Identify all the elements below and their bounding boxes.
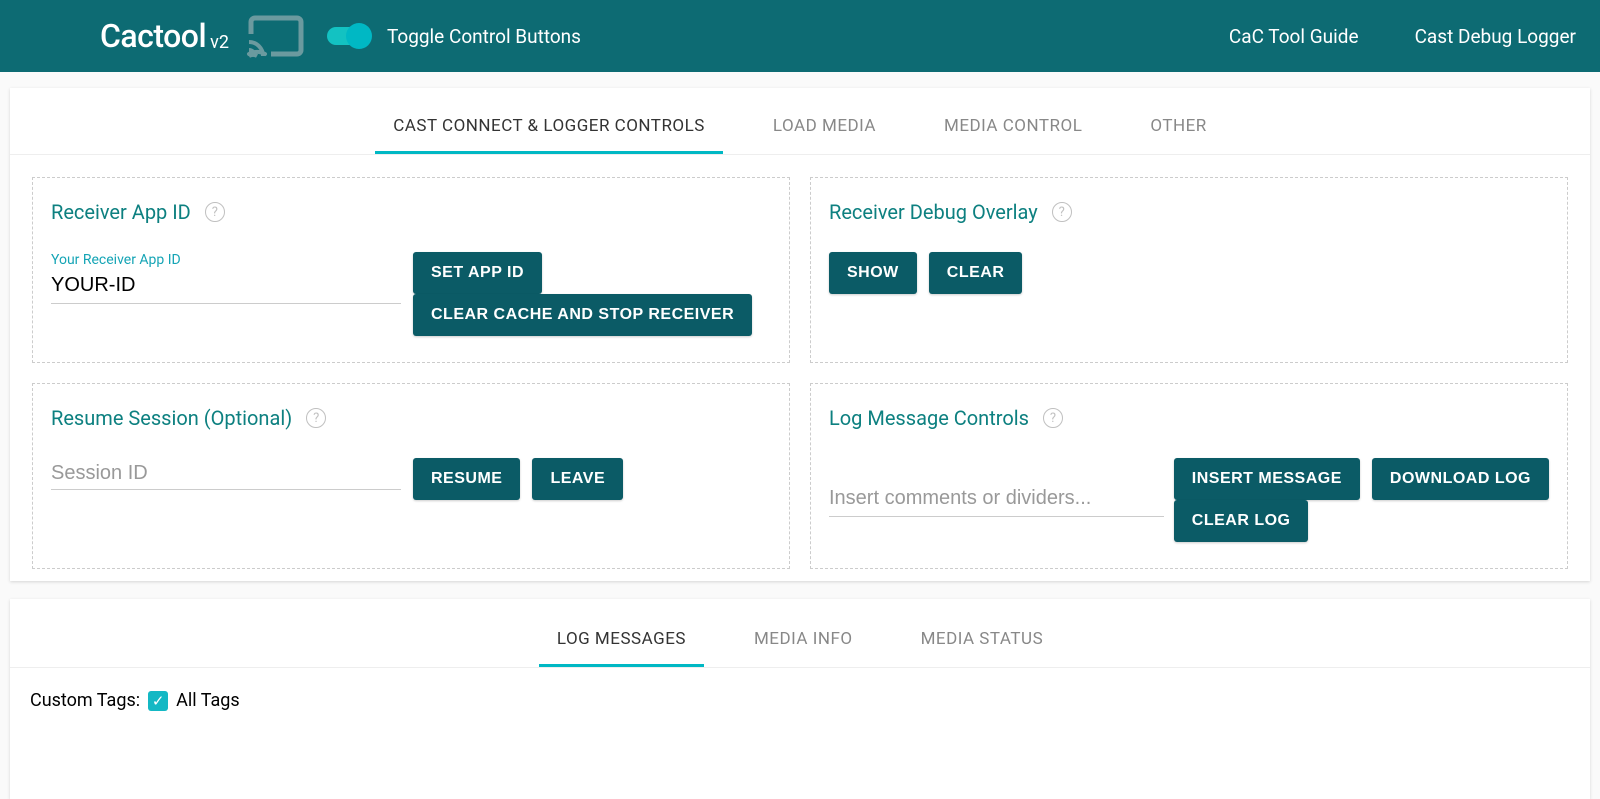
main-card: CAST CONNECT & LOGGER CONTROLS LOAD MEDI… — [10, 88, 1590, 581]
log-message-input[interactable] — [829, 483, 1164, 517]
help-icon[interactable]: ? — [306, 408, 326, 428]
help-icon[interactable]: ? — [1043, 408, 1063, 428]
clear-log-button[interactable]: CLEAR LOG — [1174, 500, 1309, 542]
tab-other[interactable]: OTHER — [1146, 104, 1210, 154]
toggle-control-buttons[interactable]: Toggle Control Buttons — [327, 25, 581, 48]
clear-cache-stop-button[interactable]: CLEAR CACHE AND STOP RECEIVER — [413, 294, 752, 336]
tab-load-media[interactable]: LOAD MEDIA — [769, 104, 880, 154]
leave-button[interactable]: LEAVE — [532, 458, 623, 500]
lower-tabs: LOG MESSAGES MEDIA INFO MEDIA STATUS — [10, 599, 1590, 668]
main-tabs: CAST CONNECT & LOGGER CONTROLS LOAD MEDI… — [10, 88, 1590, 155]
panel-title-resume-session: Resume Session (Optional) — [51, 406, 292, 430]
lower-card: LOG MESSAGES MEDIA INFO MEDIA STATUS Cus… — [10, 599, 1590, 799]
tab-log-messages[interactable]: LOG MESSAGES — [553, 617, 690, 667]
link-cac-tool-guide[interactable]: CaC Tool Guide — [1229, 25, 1359, 48]
link-cast-debug-logger[interactable]: Cast Debug Logger — [1415, 25, 1576, 48]
app-header: Cactool v2 Toggle Control Buttons CaC To… — [0, 0, 1600, 72]
receiver-app-id-input[interactable] — [51, 270, 401, 304]
help-icon[interactable]: ? — [205, 202, 225, 222]
set-app-id-button[interactable]: SET APP ID — [413, 252, 542, 294]
panels-grid: Receiver App ID ? Your Receiver App ID S… — [10, 155, 1590, 569]
app-subtitle: v2 — [210, 32, 229, 53]
toggle-switch[interactable] — [327, 27, 369, 45]
tab-cast-connect[interactable]: CAST CONNECT & LOGGER CONTROLS — [389, 104, 709, 154]
panel-receiver-debug-overlay: Receiver Debug Overlay ? SHOW CLEAR — [810, 177, 1568, 363]
cast-icon — [245, 12, 307, 60]
app-title: Cactool — [100, 17, 206, 55]
receiver-app-id-label: Your Receiver App ID — [51, 252, 401, 268]
show-overlay-button[interactable]: SHOW — [829, 252, 917, 294]
panel-title-log-controls: Log Message Controls — [829, 406, 1029, 430]
resume-button[interactable]: RESUME — [413, 458, 520, 500]
tab-media-status[interactable]: MEDIA STATUS — [917, 617, 1048, 667]
panel-receiver-app-id: Receiver App ID ? Your Receiver App ID S… — [32, 177, 790, 363]
session-id-input[interactable] — [51, 458, 401, 490]
download-log-button[interactable]: DOWNLOAD LOG — [1372, 458, 1549, 500]
all-tags-label: All Tags — [176, 690, 240, 711]
toggle-label: Toggle Control Buttons — [387, 25, 581, 48]
tab-media-control[interactable]: MEDIA CONTROL — [940, 104, 1086, 154]
custom-tags-label: Custom Tags: — [30, 690, 140, 711]
panel-title-receiver-app: Receiver App ID — [51, 200, 191, 224]
insert-message-button[interactable]: INSERT MESSAGE — [1174, 458, 1360, 500]
panel-title-debug-overlay: Receiver Debug Overlay — [829, 200, 1038, 224]
panel-log-message-controls: Log Message Controls ? INSERT MESSAGE DO… — [810, 383, 1568, 569]
panel-resume-session: Resume Session (Optional) ? RESUME LEAVE — [32, 383, 790, 569]
tab-media-info[interactable]: MEDIA INFO — [750, 617, 857, 667]
clear-overlay-button[interactable]: CLEAR — [929, 252, 1023, 294]
all-tags-checkbox[interactable]: ✓ — [148, 691, 168, 711]
help-icon[interactable]: ? — [1052, 202, 1072, 222]
